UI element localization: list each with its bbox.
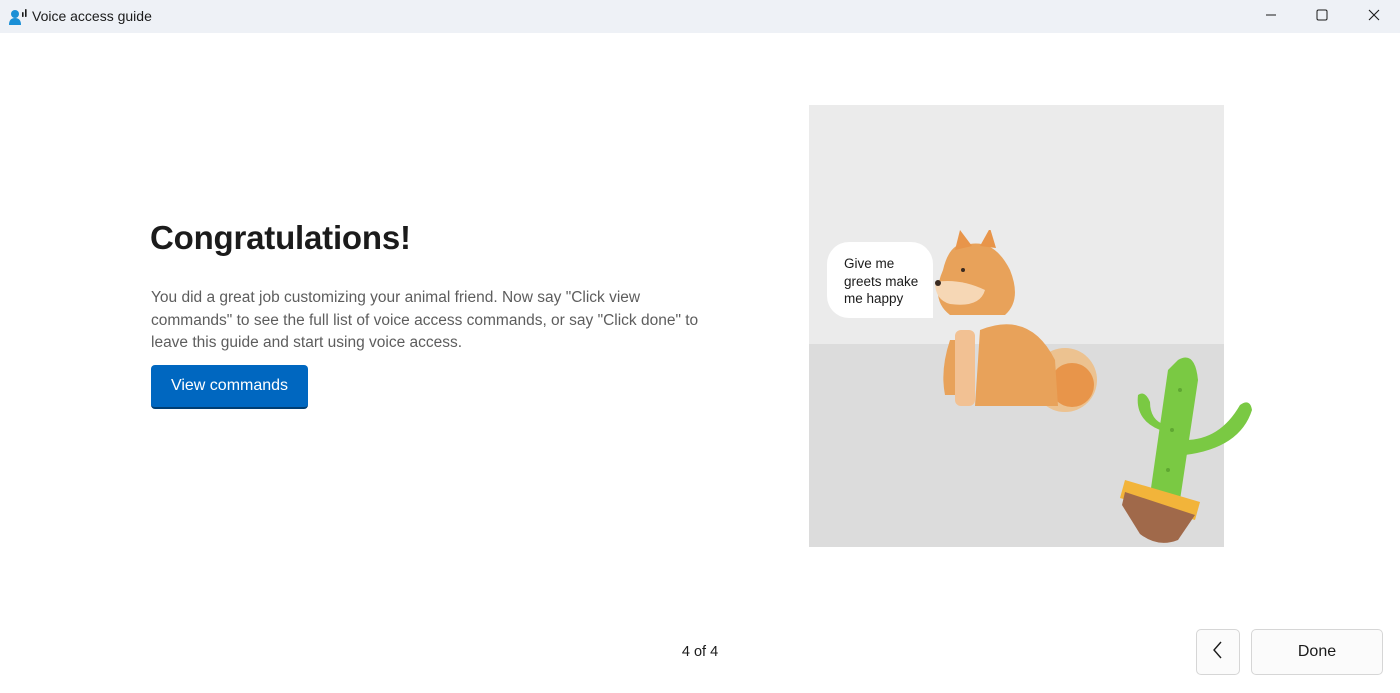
- window-title: Voice access guide: [32, 8, 152, 24]
- done-button[interactable]: Done: [1251, 629, 1383, 675]
- dog-illustration: [935, 230, 1097, 412]
- cactus-illustration: [1120, 357, 1252, 543]
- speech-bubble: Give me greets make me happy: [827, 242, 933, 318]
- title-bar: Voice access guide: [0, 0, 1400, 33]
- chevron-left-icon: [1212, 641, 1224, 664]
- maximize-icon: [1316, 8, 1328, 26]
- close-icon: [1368, 8, 1380, 26]
- minimize-button[interactable]: [1246, 0, 1296, 33]
- view-commands-button[interactable]: View commands: [151, 365, 308, 409]
- page-description: You did a great job customizing your ani…: [151, 289, 699, 351]
- page-indicator: 4 of 4: [681, 644, 719, 660]
- page-heading: Congratulations!: [150, 219, 411, 256]
- maximize-button[interactable]: [1297, 0, 1347, 33]
- voice-access-icon: [9, 6, 29, 26]
- minimize-icon: [1265, 8, 1277, 26]
- close-button[interactable]: [1349, 0, 1399, 33]
- back-button[interactable]: [1196, 629, 1240, 675]
